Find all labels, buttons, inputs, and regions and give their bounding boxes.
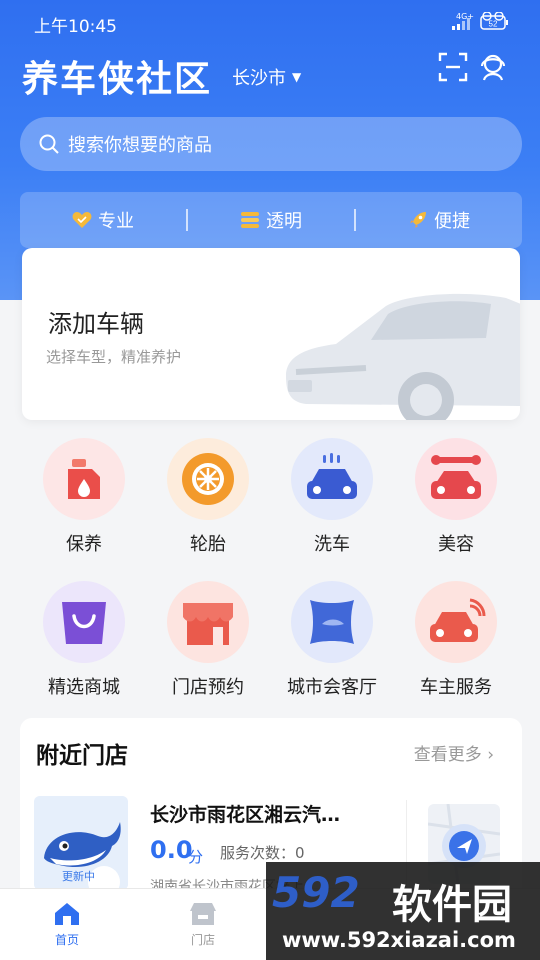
store-icon [190, 903, 216, 925]
service-tire[interactable]: 轮胎 [148, 438, 268, 556]
car-beauty-icon [431, 455, 481, 499]
battery-level: 52 [489, 20, 498, 29]
service-label: 城市会客厅 [287, 677, 377, 698]
see-more-label: 查看更多 [413, 745, 482, 765]
feature-strip: 专业 透明 便捷 [20, 192, 522, 248]
oil-can-icon [68, 459, 100, 499]
service-mall[interactable]: 精选商城 [24, 581, 144, 699]
city-selector[interactable]: 长沙市 ▼ [232, 64, 301, 90]
service-label: 保养 [66, 534, 102, 555]
car-wash-icon [307, 453, 357, 499]
customer-service-icon[interactable] [478, 52, 508, 82]
feature-label: 专业 [98, 211, 134, 232]
service-label: 精选商城 [48, 677, 120, 698]
app-title: 养车侠社区 [22, 59, 213, 100]
feature-label: 透明 [266, 211, 302, 232]
search-placeholder: 搜索你想要的商品 [68, 135, 212, 156]
tire-icon [182, 453, 234, 505]
store-name[interactable]: 长沙市雨花区湘云汽… [150, 800, 340, 827]
tab-store[interactable]: 门店 [158, 889, 248, 960]
service-label: 门店预约 [172, 677, 244, 698]
store-rating: 0.0 [150, 836, 193, 864]
tab-label: 首页 [54, 933, 79, 947]
watermark-url: www.592xiazai.com [282, 928, 516, 952]
search-input[interactable]: 搜索你想要的商品 [20, 117, 522, 171]
service-beauty[interactable]: 美容 [396, 438, 516, 556]
search-icon [39, 134, 59, 154]
add-vehicle-subtitle: 选择车型，精准养护 [46, 348, 182, 366]
car-service-icon [430, 598, 486, 642]
service-owner[interactable]: 车主服务 [396, 581, 516, 699]
service-store-booking[interactable]: 门店预约 [148, 581, 268, 699]
store-service-count: 服务次数：0 [220, 844, 305, 862]
service-maintenance[interactable]: 保养 [24, 438, 144, 556]
status-bar: 上午10:45 4G+ 52 [0, 0, 540, 44]
stack-icon [241, 212, 259, 228]
battery-icon: 52 [480, 12, 508, 30]
nearby-title: 附近门店 [36, 743, 128, 769]
lounge-icon [310, 600, 354, 644]
caret-down-icon: ▼ [292, 70, 302, 84]
add-vehicle-card[interactable]: 添加车辆 选择车型，精准养护 [22, 248, 520, 420]
chevron-right-icon: › [487, 745, 494, 765]
feature-professional: 专业 [20, 207, 186, 233]
add-vehicle-title: 添加车辆 [48, 310, 144, 338]
service-label: 轮胎 [190, 534, 226, 555]
tab-label: 门店 [190, 933, 215, 947]
service-city-lounge[interactable]: 城市会客厅 [272, 581, 392, 699]
scan-icon[interactable] [438, 52, 468, 82]
heart-icon [72, 212, 92, 228]
service-label: 洗车 [314, 534, 350, 555]
store-status-badge: 更新中 [62, 870, 95, 883]
rocket-icon [410, 212, 426, 228]
shopping-bag-icon [62, 602, 106, 644]
store-rating-unit: 分 [188, 848, 204, 866]
city-label: 长沙市 [232, 68, 286, 89]
storefront-icon [183, 603, 233, 645]
status-time: 上午10:45 [34, 17, 117, 37]
watermark: 592 软件园 www.592xiazai.com [266, 862, 540, 960]
store-thumbnail[interactable]: 更新中 [34, 796, 128, 890]
feature-label: 便捷 [434, 211, 470, 232]
feature-convenient: 便捷 [356, 207, 522, 233]
feature-transparent: 透明 [188, 207, 354, 233]
tab-home[interactable]: 首页 [22, 889, 112, 960]
service-label: 车主服务 [420, 677, 492, 698]
service-label: 美容 [438, 534, 474, 555]
see-more-link[interactable]: 查看更多 › [414, 740, 494, 765]
watermark-name: 软件园 [392, 882, 512, 928]
service-car-wash[interactable]: 洗车 [272, 438, 392, 556]
home-icon [55, 903, 79, 925]
car-illustration-icon [286, 293, 520, 420]
signal-icon [452, 18, 470, 30]
watermark-logo: 592 [272, 868, 360, 917]
